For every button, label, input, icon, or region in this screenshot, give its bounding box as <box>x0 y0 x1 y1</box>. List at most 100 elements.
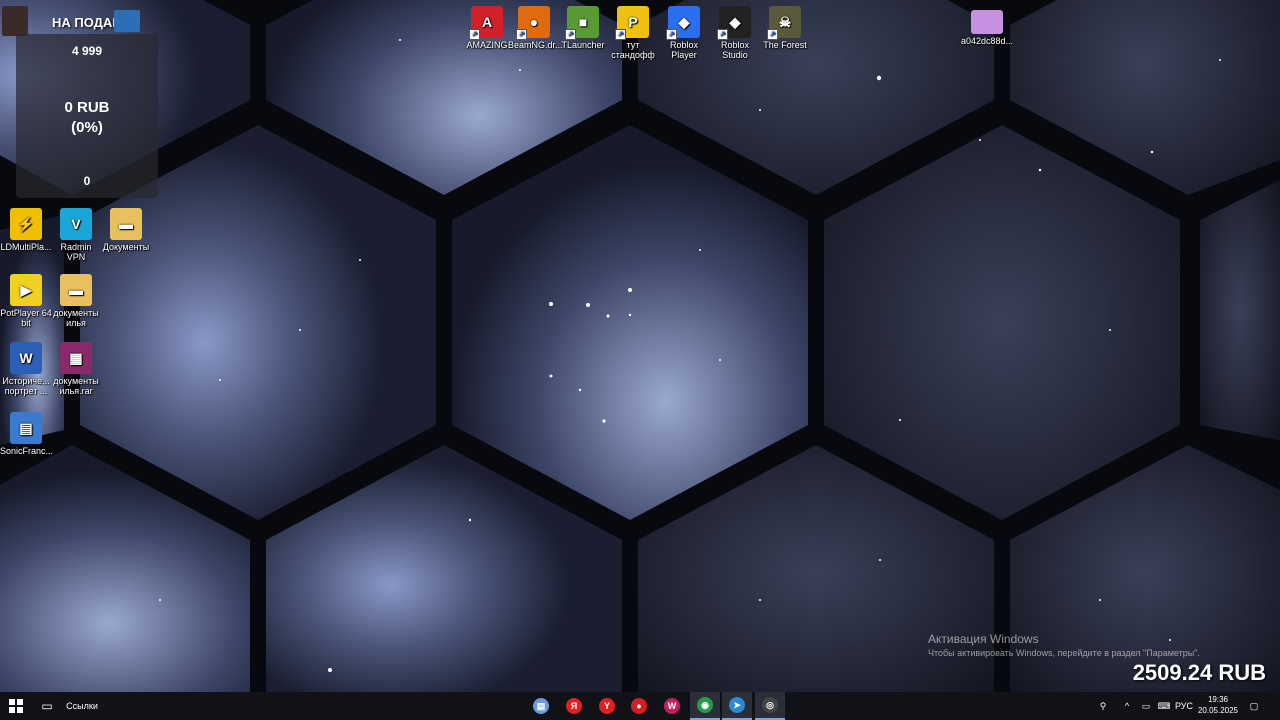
streamer-avatar <box>2 6 28 36</box>
desktop-icon-standoff[interactable]: P ↗ тут стандофф <box>607 6 659 60</box>
taskbar-app-recorder[interactable]: ● <box>624 692 654 720</box>
sonic-file-icon: ▤ <box>10 412 42 444</box>
network-icon[interactable]: ▭ <box>1138 692 1154 720</box>
taskbar-app-yandex[interactable]: Я <box>559 692 589 720</box>
desktop-icon-folder-documents[interactable]: ▬ Документы <box>100 208 152 252</box>
icon-glyph: ⚡ <box>17 216 35 232</box>
icon-glyph: ▤ <box>19 420 33 436</box>
taskbar-app-telegram[interactable]: ➤ <box>722 692 752 720</box>
desktop-icon-image-file[interactable]: a042dc88d... <box>961 10 1013 46</box>
windows-logo-icon <box>9 699 23 713</box>
shortcut-arrow-icon: ↗ <box>717 29 728 40</box>
folder-documents-icon: ▬ <box>110 208 142 240</box>
desktop-icon-tlauncher[interactable]: ■ ↗ TLauncher <box>557 6 609 50</box>
desktop-icon-label: Radmin VPN <box>60 242 92 262</box>
donation-goal-amount: 4 999 <box>71 44 103 58</box>
obs-icon: ◎ <box>762 697 778 713</box>
desktop-icon-folder-ilya[interactable]: ▬ документы илья <box>50 274 102 328</box>
taskbar: ▭ Ссылки ▤ Я Y ● W ◉ ➤ ◎ ⚲ ^ ▭ ⌨ РУС 19:36 20.0… <box>0 692 1280 720</box>
icon-glyph: ☠ <box>778 14 792 30</box>
taskbar-app-yandex-browser[interactable]: Y <box>592 692 622 720</box>
ldmultiplayer-icon: ⚡ <box>10 208 42 240</box>
icon-glyph: ● <box>529 14 539 30</box>
desktop-icon-word-document[interactable]: W Историче... портрет ... <box>0 342 52 396</box>
donation-raised-percent: (0%) <box>71 119 103 136</box>
winrar-archive-icon: ▦ <box>60 342 92 374</box>
overlay-balance: 2509.24 RUB <box>1132 660 1266 685</box>
folder-ilya-icon: ▬ <box>60 274 92 306</box>
tray-chevron-icon[interactable]: ^ <box>1120 692 1134 720</box>
donation-raised: 0 RUB (0%) <box>16 98 158 138</box>
icon-glyph: ■ <box>578 14 588 30</box>
taskbar-app-notepad[interactable]: ▤ <box>526 692 556 720</box>
desktop-icon-label: The Forest <box>763 40 807 50</box>
desktop-icon-roblox-player[interactable]: ◆ ↗ Roblox Player <box>658 6 710 60</box>
watermark-subtitle: Чтобы активировать Windows, перейдите в … <box>928 648 1200 658</box>
start-button[interactable] <box>0 692 32 720</box>
word-document-icon: W <box>10 342 42 374</box>
desktop-icon-label: Документы <box>102 242 150 252</box>
icon-glyph: ◆ <box>678 14 690 30</box>
the-forest-icon: ☠ ↗ <box>767 6 801 40</box>
desktop-icon-potplayer[interactable]: ▶ PotPlayer 64 bit <box>0 274 52 328</box>
people-icon[interactable]: ⚲ <box>1096 692 1110 720</box>
desktop-icon-label: тут стандофф <box>611 40 655 60</box>
task-view-button[interactable]: ▭ <box>36 692 58 720</box>
desktop-icon-label: AMAZING <box>466 40 508 50</box>
icon-glyph: W <box>19 350 33 366</box>
chrome-icon: ◉ <box>697 697 713 713</box>
icon-glyph: V <box>71 216 81 232</box>
icon-glyph: ▬ <box>69 282 83 298</box>
desktop-icon-roblox-studio[interactable]: ◆ ↗ Roblox Studio <box>709 6 761 60</box>
roblox-studio-icon: ◆ ↗ <box>717 6 751 40</box>
desktop-icon-label: Roblox Player <box>669 40 698 60</box>
desktop-icon-radmin-vpn[interactable]: V Radmin VPN <box>50 208 102 262</box>
notification-icon[interactable]: ▢ <box>1246 692 1262 720</box>
desktop-icon-label: a042dc88d... <box>961 36 1014 46</box>
standoff-icon: P ↗ <box>615 6 649 40</box>
language-indicator[interactable]: РУС <box>1175 692 1193 720</box>
shortcut-arrow-icon: ↗ <box>666 29 677 40</box>
tlauncher-icon: ■ ↗ <box>565 6 599 40</box>
recorder-icon: ● <box>631 698 647 714</box>
desktop-icon-beamng[interactable]: ● ↗ BeamNG.dr... <box>508 6 563 50</box>
windows-activation-watermark: Активация Windows Чтобы активировать Win… <box>928 632 1200 658</box>
clock[interactable]: 19:36 20.05.2025 <box>1195 694 1241 716</box>
task-view-icon: ▭ <box>41 699 53 713</box>
desktop-icon-amazing[interactable]: A ↗ AMAZING <box>461 6 513 50</box>
icon-glyph: ▬ <box>119 216 133 232</box>
desktop-icon-label: LDMultiPla... <box>0 242 52 252</box>
desktop-icon-label: TLauncher <box>561 40 605 50</box>
show-desktop-button[interactable] <box>1270 692 1280 720</box>
donation-count: 0 <box>83 174 91 188</box>
image-file-icon <box>971 10 1003 34</box>
desktop-icon-ldmultiplayer[interactable]: ⚡ LDMultiPla... <box>0 208 52 252</box>
icon-glyph: ▶ <box>20 282 32 298</box>
beamng-icon: ● ↗ <box>516 6 550 40</box>
potplayer-icon: ▶ <box>10 274 42 306</box>
desktop-icon-winrar-archive[interactable]: ▦ документы илья.rar <box>50 342 102 396</box>
links-toolbar[interactable]: Ссылки <box>62 692 102 720</box>
desktop-icon-label: документы илья.rar <box>53 376 99 396</box>
radmin-vpn-icon: V <box>60 208 92 240</box>
clock-time: 19:36 <box>1207 695 1229 704</box>
taskbar-app-wildberries[interactable]: W <box>657 692 687 720</box>
icon-glyph: A <box>481 14 493 30</box>
telegram-icon: ➤ <box>729 697 745 713</box>
shortcut-arrow-icon: ↗ <box>565 29 576 40</box>
desktop-icon-sonic-file[interactable]: ▤ SonicFranc... <box>0 412 53 456</box>
desktop-icon-the-forest[interactable]: ☠ ↗ The Forest <box>759 6 811 50</box>
keyboard-icon[interactable]: ⌨ <box>1156 692 1172 720</box>
icon-glyph: ▦ <box>69 350 83 366</box>
taskbar-app-obs[interactable]: ◎ <box>755 692 785 720</box>
taskbar-app-chrome[interactable]: ◉ <box>690 692 720 720</box>
desktop-icon-label: BeamNG.dr... <box>508 40 563 50</box>
donation-goal-widget: 4 999 0 RUB (0%) 0 <box>16 34 158 198</box>
watermark-title: Активация Windows <box>928 632 1039 646</box>
shortcut-arrow-icon: ↗ <box>767 29 778 40</box>
amazing-icon: A ↗ <box>469 6 503 40</box>
desktop-icon-label: документы илья <box>53 308 99 328</box>
desktop-icon-label: PotPlayer 64 bit <box>0 308 52 328</box>
donation-raised-amount: 0 RUB <box>64 99 110 116</box>
gift-box-icon <box>114 10 140 32</box>
